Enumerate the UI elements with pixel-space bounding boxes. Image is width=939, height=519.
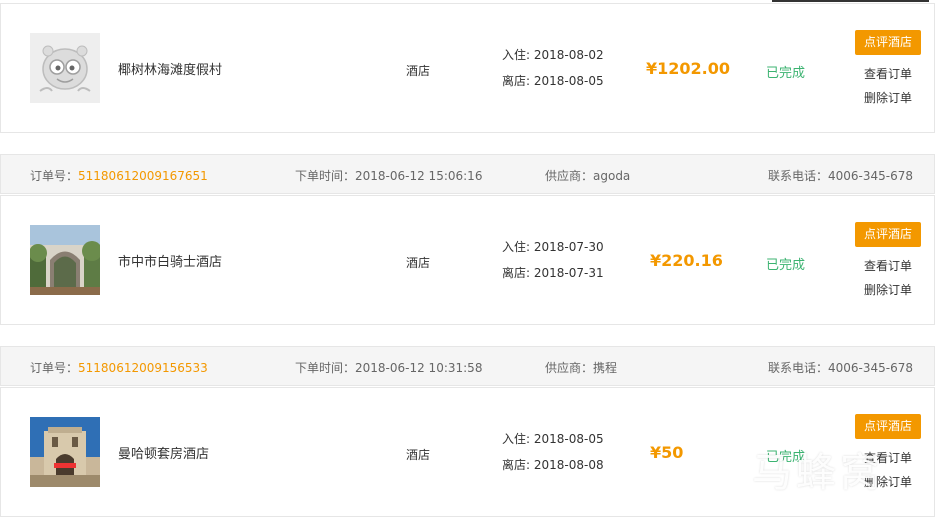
order-price: ¥220.16 <box>650 251 723 270</box>
contact-phone: 联系电话：4006-345-678 <box>768 361 914 375</box>
order-status: 已完成 <box>766 66 806 81</box>
order-number-label: 订单号： <box>30 169 79 183</box>
delete-order-link[interactable]: 删除订单 <box>864 281 912 298</box>
order-header: 订单号：51180612009167651 下单时间：2018-06-12 15… <box>0 154 935 194</box>
delete-order-link[interactable]: 删除订单 <box>864 473 912 490</box>
view-order-link[interactable]: 查看订单 <box>864 65 912 82</box>
review-hotel-button[interactable]: 点评酒店 <box>855 30 921 55</box>
booking-type: 酒店 <box>406 256 431 270</box>
review-hotel-button[interactable]: 点评酒店 <box>855 222 921 247</box>
order-number-label: 订单号： <box>30 361 79 375</box>
stay-dates: 入住: 2018-07-30 离店: 2018-07-31 <box>502 234 604 286</box>
view-order-link[interactable]: 查看订单 <box>864 449 912 466</box>
hotel-garden-photo[interactable] <box>30 225 100 295</box>
order-header: 订单号：51180612009156533 下单时间：2018-06-12 10… <box>0 346 935 386</box>
order-number: 订单号：51180612009167651 <box>30 167 208 184</box>
order-time: 下单时间：2018-06-12 15:06:16 <box>295 169 483 183</box>
checkin-date: 入住: 2018-07-30 <box>502 240 604 254</box>
placeholder-mascot-icon[interactable] <box>30 33 100 103</box>
order-card: 椰树林海滩度假村 酒店 入住: 2018-08-02 离店: 2018-08-0… <box>0 3 935 133</box>
checkout-date: 离店: 2018-07-31 <box>502 266 604 280</box>
order-status: 已完成 <box>766 450 806 465</box>
checkin-date: 入住: 2018-08-05 <box>502 432 604 446</box>
order-status: 已完成 <box>766 258 806 273</box>
booking-type: 酒店 <box>406 448 431 462</box>
stay-dates: 入住: 2018-08-05 离店: 2018-08-08 <box>502 426 604 478</box>
contact-phone: 联系电话：4006-345-678 <box>768 169 914 183</box>
supplier: 供应商：携程 <box>545 361 618 375</box>
hotel-name[interactable]: 市中市白骑士酒店 <box>118 251 222 270</box>
order-price: ¥1202.00 <box>646 59 731 78</box>
checkout-date: 离店: 2018-08-08 <box>502 458 604 472</box>
top-bar-fragment <box>772 0 929 2</box>
hotel-name[interactable]: 曼哈顿套房酒店 <box>118 443 209 462</box>
order-number: 订单号：51180612009156533 <box>30 359 208 376</box>
checkin-date: 入住: 2018-08-02 <box>502 48 604 62</box>
order-time: 下单时间：2018-06-12 10:31:58 <box>295 361 483 375</box>
delete-order-link[interactable]: 删除订单 <box>864 89 912 106</box>
booking-type: 酒店 <box>406 64 431 78</box>
view-order-link[interactable]: 查看订单 <box>864 257 912 274</box>
hotel-building-photo[interactable] <box>30 417 100 487</box>
review-hotel-button[interactable]: 点评酒店 <box>855 414 921 439</box>
supplier: 供应商：agoda <box>545 169 631 183</box>
order-number-value[interactable]: 51180612009167651 <box>78 169 208 183</box>
order-price: ¥50 <box>650 443 684 462</box>
order-card: 市中市白骑士酒店 酒店 入住: 2018-07-30 离店: 2018-07-3… <box>0 195 935 325</box>
checkout-date: 离店: 2018-08-05 <box>502 74 604 88</box>
stay-dates: 入住: 2018-08-02 离店: 2018-08-05 <box>502 42 604 94</box>
order-number-value[interactable]: 51180612009156533 <box>78 361 208 375</box>
hotel-name[interactable]: 椰树林海滩度假村 <box>118 59 222 78</box>
order-card: 曼哈顿套房酒店 酒店 入住: 2018-08-05 离店: 2018-08-08… <box>0 387 935 517</box>
